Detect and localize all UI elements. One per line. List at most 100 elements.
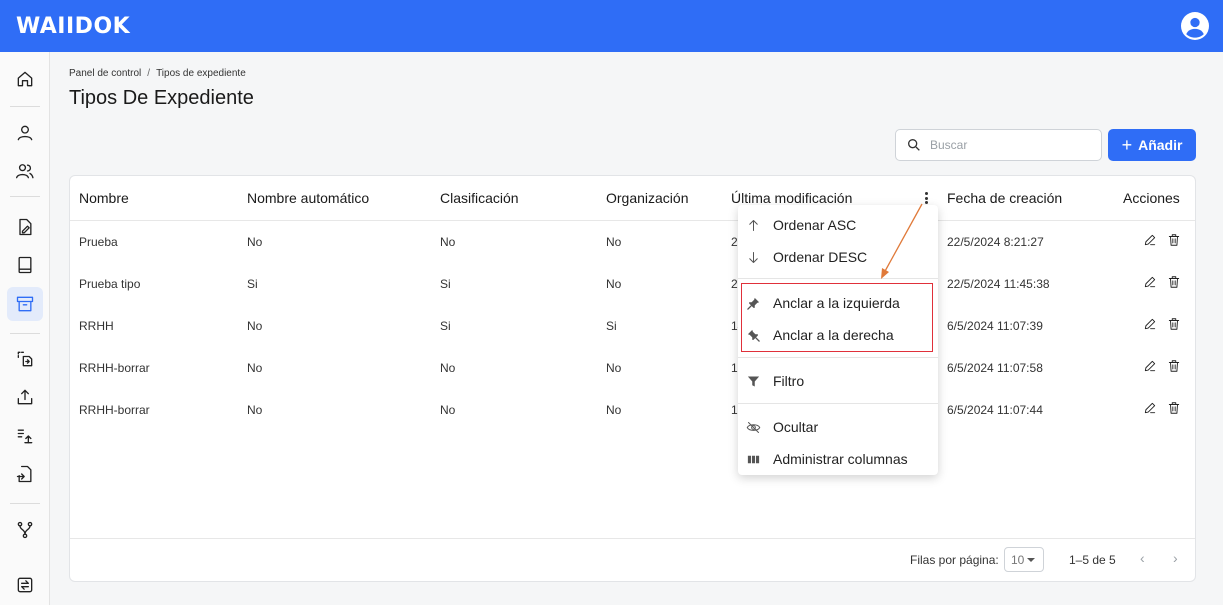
previous-page-button[interactable]: ‹ (1140, 550, 1145, 566)
cell-nombre: RRHH (79, 319, 114, 333)
edit-icon[interactable] (1143, 233, 1157, 247)
table-header: Nombre Nombre automático Clasificación O… (70, 176, 1195, 221)
cell-clasificacion: Si (440, 277, 451, 291)
rows-per-page-select[interactable]: 10 (1004, 547, 1044, 572)
menu-item-manage-columns[interactable]: Administrar columnas (738, 443, 938, 475)
column-header-acciones: Acciones (1123, 190, 1180, 206)
edit-icon[interactable] (1143, 359, 1157, 373)
search-input[interactable] (930, 138, 1090, 152)
app-logo[interactable]: WAIIDOK (16, 14, 130, 39)
cell-nombre-automatico: Si (247, 277, 258, 291)
add-button[interactable]: + Añadir (1108, 129, 1196, 161)
search-icon (908, 139, 920, 151)
account-circle-icon[interactable] (1181, 12, 1209, 40)
delete-icon[interactable] (1167, 317, 1181, 331)
cell-organizacion: No (606, 235, 622, 249)
columns-icon (747, 455, 760, 463)
archive-icon (16, 296, 34, 312)
add-button-label: Añadir (1138, 137, 1183, 153)
sidebar-divider (10, 333, 40, 334)
cell-clasificacion: No (440, 403, 456, 417)
file-transfer-icon (17, 351, 33, 367)
cell-nombre: RRHH-borrar (79, 361, 150, 375)
sidebar-item-upload[interactable] (7, 380, 43, 414)
column-header-nombre[interactable]: Nombre (79, 190, 129, 206)
breadcrumb-item-current: Tipos de expediente (156, 68, 246, 79)
sidebar-divider (10, 106, 40, 107)
column-header-nombre-automatico[interactable]: Nombre automático (247, 190, 369, 206)
sidebar-item-workflow[interactable] (7, 513, 43, 547)
upload-icon (17, 389, 33, 405)
menu-item-label: Ordenar ASC (773, 217, 857, 233)
cell-nombre-automatico: No (247, 319, 263, 333)
sidebar-item-home[interactable] (7, 62, 43, 96)
column-header-ultima-modificacion[interactable]: Última modificación (731, 190, 852, 206)
row-actions (1143, 359, 1181, 373)
annotation-highlight-box (741, 283, 933, 352)
delete-icon[interactable] (1167, 401, 1181, 415)
table-row[interactable]: RRHH-borrar No No No 16 6/5/2024 11:07:4… (70, 389, 1195, 431)
rows-per-page-value: 10 (1011, 552, 1025, 567)
cell-fecha-creacion: 6/5/2024 11:07:58 (947, 361, 1043, 375)
home-icon (17, 71, 33, 87)
column-header-organizacion[interactable]: Organización (606, 190, 689, 206)
column-header-clasificacion[interactable]: Clasificación (440, 190, 519, 206)
menu-item-filter[interactable]: Filtro (738, 365, 938, 397)
user-icon (17, 125, 33, 141)
cell-clasificacion: No (440, 235, 456, 249)
menu-item-hide[interactable]: Ocultar (738, 411, 938, 443)
table-row[interactable]: RRHH-borrar No No No 16 6/5/2024 11:07:5… (70, 347, 1195, 389)
cell-nombre: Prueba tipo (79, 277, 141, 291)
row-actions (1143, 233, 1181, 247)
table-row[interactable]: Prueba tipo Si Si No 2: 22/5/2024 11:45:… (70, 263, 1195, 305)
menu-item-sort-desc[interactable]: Ordenar DESC (738, 241, 938, 273)
menu-item-sort-asc[interactable]: Ordenar ASC (738, 209, 938, 241)
sidebar-item-users[interactable] (7, 154, 43, 188)
sidebar-item-book[interactable] (7, 248, 43, 282)
row-actions (1143, 275, 1181, 289)
row-actions (1143, 401, 1181, 415)
sidebar-item-transfer[interactable] (7, 568, 43, 602)
menu-divider (738, 357, 938, 358)
sidebar-item-file-transfer[interactable] (7, 342, 43, 376)
arrow-up-icon (749, 219, 758, 231)
sidebar-item-document-edit[interactable] (7, 210, 43, 244)
edit-icon[interactable] (1143, 275, 1157, 289)
page-title: Tipos De Expediente (69, 87, 254, 109)
sidebar-item-archive[interactable] (7, 287, 43, 321)
filter-icon (747, 376, 760, 386)
table-pagination: Filas por página: 10 1–5 de 5 ‹ › (70, 538, 1195, 581)
menu-item-label: Filtro (773, 373, 805, 389)
document-edit-icon (19, 218, 32, 236)
column-header-fecha-creacion[interactable]: Fecha de creación (947, 190, 1062, 206)
cell-clasificacion: No (440, 361, 456, 375)
sidebar-divider (10, 503, 40, 504)
row-actions (1143, 317, 1181, 331)
book-icon (18, 256, 32, 274)
table-row[interactable]: RRHH No Si Si 14 6/5/2024 11:07:39 (70, 305, 1195, 347)
cell-nombre: RRHH-borrar (79, 403, 150, 417)
top-app-bar: WAIIDOK (0, 0, 1223, 52)
cell-nombre: Prueba (79, 235, 118, 249)
sidebar-item-user[interactable] (7, 116, 43, 150)
data-table: Nombre Nombre automático Clasificación O… (69, 175, 1196, 582)
table-row[interactable]: Prueba No No No 2: 22/5/2024 8:21:27 (70, 221, 1195, 263)
cell-nombre-automatico: No (247, 235, 263, 249)
cell-clasificacion: Si (440, 319, 451, 333)
delete-icon[interactable] (1167, 359, 1181, 373)
column-menu-button[interactable] (920, 190, 932, 206)
transfer-icon (17, 577, 33, 593)
edit-icon[interactable] (1143, 401, 1157, 415)
search-box[interactable] (895, 129, 1102, 161)
sidebar-item-document-import[interactable] (7, 457, 43, 491)
delete-icon[interactable] (1167, 233, 1181, 247)
edit-icon[interactable] (1143, 317, 1157, 331)
delete-icon[interactable] (1167, 275, 1181, 289)
next-page-button[interactable]: › (1173, 550, 1178, 566)
cell-nombre-automatico: No (247, 361, 263, 375)
breadcrumb-separator: / (147, 68, 151, 79)
cell-fecha-creacion: 22/5/2024 11:45:38 (947, 277, 1050, 291)
sidebar-nav (0, 52, 50, 605)
sidebar-item-list-upload[interactable] (7, 419, 43, 453)
breadcrumb-item-dashboard[interactable]: Panel de control (69, 68, 141, 79)
